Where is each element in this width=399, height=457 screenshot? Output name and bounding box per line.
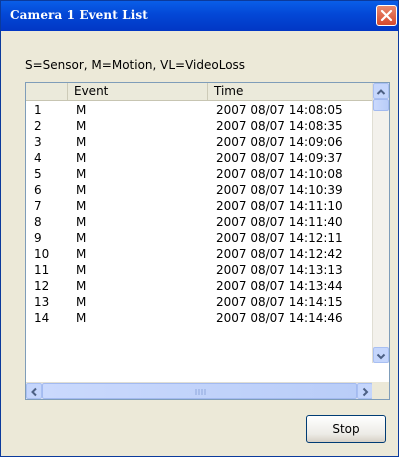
row-event: M [76, 263, 87, 277]
list-item[interactable]: 10 M 2007 08/07 14:12:42 [26, 246, 373, 262]
column-header-event[interactable]: Event [68, 83, 208, 100]
list-item[interactable]: 9 M 2007 08/07 14:12:11 [26, 230, 373, 246]
row-event: M [76, 183, 87, 197]
list-rows: 1 M 2007 08/07 14:08:05 2 M 2007 08/07 14:08… [26, 102, 373, 326]
event-type-legend: S=Sensor, M=Motion, VL=VideoLoss [25, 58, 246, 72]
list-item[interactable]: 4 M 2007 08/07 14:09:37 [26, 150, 373, 166]
row-time: 2007 08/07 14:09:37 [216, 151, 343, 165]
row-time: 2007 08/07 14:12:11 [216, 231, 343, 245]
arrow-down-icon [376, 353, 386, 360]
row-event: M [76, 279, 87, 293]
scroll-up-button[interactable] [373, 83, 389, 99]
scroll-left-button[interactable] [26, 383, 42, 399]
row-number: 5 [34, 167, 42, 181]
window-title: Camera 1 Event List [10, 8, 148, 22]
row-number: 4 [34, 151, 42, 165]
list-item[interactable]: 8 M 2007 08/07 14:11:40 [26, 214, 373, 230]
arrow-right-icon [362, 387, 369, 397]
list-item[interactable]: 13 M 2007 08/07 14:14:15 [26, 294, 373, 310]
row-event: M [76, 199, 87, 213]
row-number: 9 [34, 231, 42, 245]
scrollbar-corner [372, 382, 389, 399]
row-event: M [76, 215, 87, 229]
title-bar[interactable]: Camera 1 Event List [1, 1, 398, 31]
row-event: M [76, 167, 87, 181]
row-number: 8 [34, 215, 42, 229]
row-event: M [76, 231, 87, 245]
row-event: M [76, 119, 87, 133]
column-header-time[interactable]: Time [208, 83, 373, 100]
arrow-up-icon [376, 89, 386, 95]
row-event: M [76, 295, 87, 309]
vertical-scroll-thumb[interactable] [373, 99, 389, 111]
row-number: 13 [34, 295, 50, 309]
row-time: 2007 08/07 14:12:42 [216, 247, 343, 261]
row-number: 3 [34, 135, 42, 149]
event-list-dialog: Camera 1 Event List S=Sensor, M=Motion, … [0, 0, 399, 457]
row-number: 10 [34, 247, 50, 261]
row-time: 2007 08/07 14:09:06 [216, 135, 343, 149]
row-number: 1 [34, 103, 42, 117]
horizontal-scrollbar[interactable] [26, 382, 373, 399]
row-event: M [76, 103, 87, 117]
row-time: 2007 08/07 14:11:40 [216, 215, 343, 229]
close-button[interactable] [376, 5, 397, 26]
list-item[interactable]: 1 M 2007 08/07 14:08:05 [26, 102, 373, 118]
row-number: 2 [34, 119, 42, 133]
row-time: 2007 08/07 14:08:35 [216, 119, 343, 133]
row-time: 2007 08/07 14:08:05 [216, 103, 343, 117]
row-number: 6 [34, 183, 42, 197]
horizontal-scroll-thumb[interactable] [42, 383, 357, 399]
scroll-right-button[interactable] [357, 383, 373, 399]
vertical-scrollbar[interactable] [372, 83, 389, 363]
row-event: M [76, 311, 87, 325]
list-item[interactable]: 5 M 2007 08/07 14:10:08 [26, 166, 373, 182]
list-item[interactable]: 3 M 2007 08/07 14:09:06 [26, 134, 373, 150]
row-time: 2007 08/07 14:14:15 [216, 295, 343, 309]
row-event: M [76, 135, 87, 149]
list-item[interactable]: 6 M 2007 08/07 14:10:39 [26, 182, 373, 198]
arrow-left-icon [31, 387, 37, 397]
row-number: 12 [34, 279, 50, 293]
grip-icon [195, 389, 206, 395]
list-header: Event Time [26, 83, 373, 101]
row-number: 11 [34, 263, 50, 277]
list-item[interactable]: 14 M 2007 08/07 14:14:46 [26, 310, 373, 326]
stop-button[interactable]: Stop [306, 415, 386, 443]
list-item[interactable]: 7 M 2007 08/07 14:11:10 [26, 198, 373, 214]
row-number: 7 [34, 199, 42, 213]
close-icon [380, 9, 393, 22]
row-time: 2007 08/07 14:14:46 [216, 311, 343, 325]
scroll-down-button[interactable] [373, 347, 389, 363]
row-time: 2007 08/07 14:13:13 [216, 263, 343, 277]
event-list[interactable]: Event Time 1 M 2007 08/07 14:08:05 2 M 2007 … [25, 82, 390, 400]
row-time: 2007 08/07 14:10:08 [216, 167, 343, 181]
list-item[interactable]: 12 M 2007 08/07 14:13:44 [26, 278, 373, 294]
row-number: 14 [34, 311, 50, 325]
row-event: M [76, 247, 87, 261]
row-time: 2007 08/07 14:10:39 [216, 183, 343, 197]
column-header-number[interactable] [26, 83, 68, 100]
row-event: M [76, 151, 87, 165]
list-item[interactable]: 11 M 2007 08/07 14:13:13 [26, 262, 373, 278]
list-item[interactable]: 2 M 2007 08/07 14:08:35 [26, 118, 373, 134]
row-time: 2007 08/07 14:13:44 [216, 279, 343, 293]
row-time: 2007 08/07 14:11:10 [216, 199, 343, 213]
